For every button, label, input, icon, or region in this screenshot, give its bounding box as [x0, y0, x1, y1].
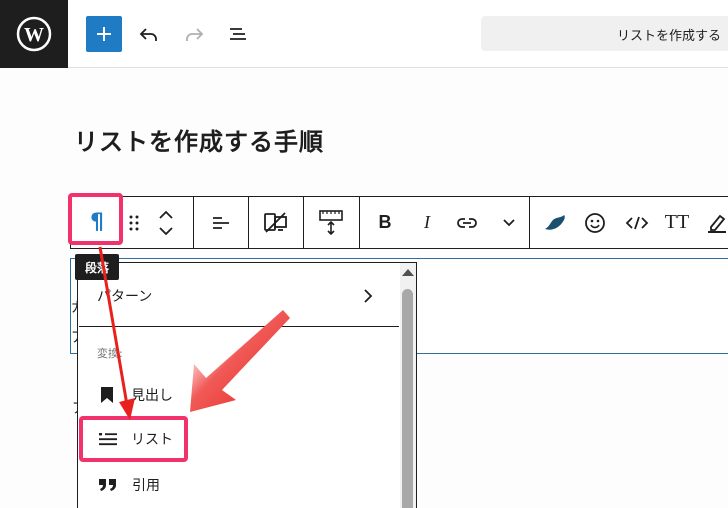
link-icon — [457, 217, 477, 228]
transform-quote-item[interactable]: 引用 — [78, 467, 398, 503]
plugin-leaf-icon — [545, 214, 565, 230]
text-style-icon: TT — [664, 211, 690, 233]
italic-button[interactable]: I — [409, 197, 445, 248]
align-button[interactable] — [194, 197, 248, 248]
block-visibility-button[interactable] — [249, 197, 303, 248]
code-button[interactable] — [619, 197, 655, 248]
bold-button[interactable]: B — [367, 197, 403, 248]
plugin-button[interactable] — [537, 197, 573, 248]
document-overview-icon — [230, 28, 246, 40]
align-left-icon — [213, 216, 229, 229]
block-transform-menu: パターン 変換: 見出し リスト 引用 — [77, 262, 417, 508]
command-palette-bar[interactable]: リストを作成する — [481, 16, 728, 51]
chevron-up-down-icon — [159, 210, 173, 235]
editor-topbar: W リストを作成する — [0, 0, 728, 68]
block-type-tooltip: 段落 — [75, 254, 119, 280]
highlighter-icon — [708, 214, 726, 233]
link-button[interactable] — [449, 197, 485, 248]
emoji-button[interactable] — [577, 197, 613, 248]
wordpress-logo-icon[interactable]: W — [0, 0, 68, 68]
undo-icon — [139, 28, 157, 41]
pattern-label: パターン — [97, 289, 153, 305]
add-block-button[interactable] — [86, 16, 122, 52]
redo-button[interactable] — [176, 16, 212, 52]
block-type-button[interactable]: ¶ — [71, 197, 123, 248]
paragraph-icon: ¶ — [90, 210, 104, 235]
block-toolbar: ¶ B I TT — [70, 196, 728, 249]
more-formatting-button[interactable] — [491, 197, 527, 248]
code-icon — [625, 216, 649, 229]
highlight-button[interactable] — [699, 197, 728, 248]
italic-icon: I — [424, 212, 430, 232]
spacing-button[interactable] — [304, 197, 358, 248]
document-overview-button[interactable] — [220, 16, 256, 52]
post-title[interactable]: リストを作成する手順 — [74, 122, 324, 157]
move-up-down-buttons[interactable] — [151, 197, 181, 248]
transform-heading-item[interactable]: 見出し — [78, 377, 398, 413]
bookmark-icon — [101, 387, 113, 403]
transform-list-item[interactable]: リスト — [78, 421, 398, 457]
list-label: リスト — [131, 432, 173, 448]
transform-group-label: 変換: — [97, 347, 123, 360]
drag-handle[interactable] — [123, 197, 145, 248]
spacing-icon — [319, 209, 343, 235]
drag-handle-icon — [129, 215, 139, 230]
chevron-right-icon — [364, 289, 373, 303]
quote-label: 引用 — [132, 478, 160, 494]
undo-button[interactable] — [131, 16, 167, 52]
svg-text:W: W — [24, 24, 44, 46]
tooltip-label: 段落 — [84, 260, 109, 275]
menu-scrollbar-thumb[interactable] — [402, 289, 413, 508]
heading-label: 見出し — [131, 388, 173, 404]
plus-icon — [97, 27, 111, 41]
list-icon — [99, 433, 117, 446]
bold-icon: B — [378, 212, 392, 232]
quote-icon — [99, 479, 116, 491]
chevron-down-icon — [503, 218, 515, 226]
command-bar-text: リストを作成する — [617, 29, 722, 44]
smiley-icon — [585, 212, 605, 233]
text-style-button[interactable]: TT — [659, 197, 695, 248]
pattern-menu-item[interactable]: パターン — [78, 279, 398, 313]
scroll-up-arrow-icon[interactable] — [402, 269, 414, 276]
device-visibility-icon — [264, 211, 287, 233]
redo-icon — [186, 28, 204, 41]
